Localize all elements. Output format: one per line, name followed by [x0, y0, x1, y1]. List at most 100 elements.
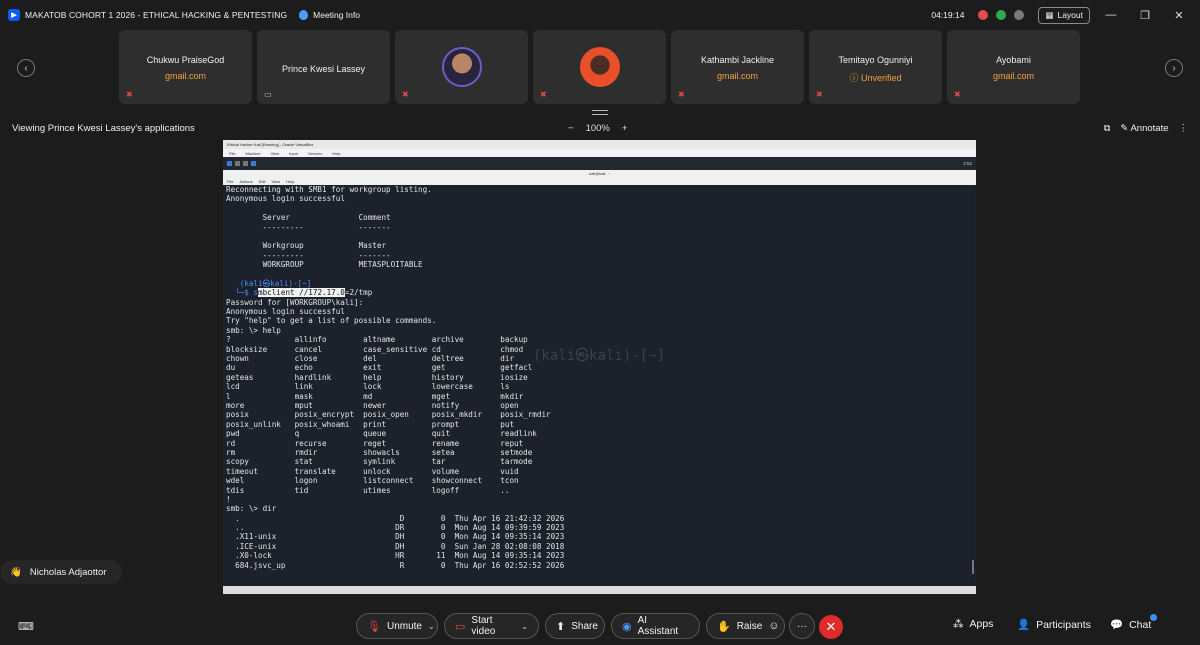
ai-assistant-icon: ◉ [622, 620, 632, 633]
terminal-output[interactable]: Reconnecting with SMB1 for workgroup lis… [223, 185, 971, 585]
share-label: Share [571, 620, 598, 632]
vbox-menu-item[interactable]: File [229, 151, 235, 156]
chevron-down-icon[interactable]: ⌄ [428, 622, 435, 631]
end-meeting-button[interactable]: ✕ [819, 615, 843, 639]
chat-label: Chat [1129, 618, 1152, 631]
participant-tile[interactable]: Ayobami gmail.com ✖ [947, 30, 1080, 104]
terminal-menu-item[interactable]: Actions [239, 179, 252, 184]
meeting-info-button[interactable]: Meeting Info [313, 10, 360, 20]
terminal-menu-item[interactable]: Edit [259, 179, 266, 184]
prompt-prefix: └─$ s [226, 288, 259, 298]
terminal-scrollbar[interactable] [972, 560, 974, 574]
layout-grid-icon: ▦ [1045, 9, 1054, 20]
vbox-menu-item[interactable]: View [271, 151, 280, 156]
vbox-menu-item[interactable]: Machine [245, 151, 260, 156]
terminal-line: --------- ------- [226, 222, 391, 232]
terminal-line: pwd q queue quit readlink [226, 429, 537, 439]
terminal-menu-item[interactable]: View [271, 179, 280, 184]
ai-assistant-button[interactable]: ◉ AI Assistant [611, 613, 700, 639]
participant-tile[interactable]: ✖ [395, 30, 528, 104]
annotate-label: Annotate [1130, 122, 1169, 134]
raise-hand-icon: ✋ [717, 620, 731, 633]
prev-page-icon[interactable]: ‹ [17, 59, 35, 77]
maximize-button[interactable]: ❐ [1132, 9, 1158, 22]
chat-button[interactable]: 💬 Chat [1110, 618, 1152, 632]
participant-name: Ayobami [996, 55, 1031, 65]
close-button[interactable]: ✕ [1166, 9, 1192, 22]
shield-icon[interactable] [299, 10, 309, 20]
participants-button[interactable]: 👤 Participants [1017, 618, 1091, 632]
participants-icon: 👤 [1017, 619, 1031, 631]
vbox-menu-item[interactable]: Devices [308, 151, 322, 156]
vbox-title-bar: Ethical Hacker Kali [Running] - Oracle V… [223, 140, 976, 149]
participants-label: Participants [1036, 618, 1091, 631]
shared-screen[interactable]: Ethical Hacker Kali [Running] - Oracle V… [223, 140, 976, 594]
strip-resize-handle[interactable] [592, 110, 608, 115]
apps-button[interactable]: ⁂ Apps [953, 618, 993, 630]
annotate-area: ⧉ ✎ Annotate ⋮ [1104, 123, 1188, 134]
workspace-icon[interactable] [243, 161, 248, 166]
participant-tile[interactable]: Temitayo Ogunniyi ⓘ Unverified ✖ [809, 30, 942, 104]
zoom-out-button[interactable]: − [568, 123, 574, 134]
terminal-line: timeout translate unlock volume vuid [226, 466, 519, 476]
terminal-app-icon[interactable] [251, 161, 256, 166]
participant-tile[interactable]: ✖ [533, 30, 666, 104]
raise-hand-button[interactable]: ✋ Raise ☺ [706, 613, 785, 639]
kali-menu-icon[interactable] [227, 161, 232, 166]
next-page-icon[interactable]: › [1165, 59, 1183, 77]
mic-muted-icon: ✖ [540, 90, 547, 99]
terminal-line: ! [226, 494, 231, 504]
more-options-icon[interactable]: ⋮ [1179, 123, 1189, 134]
zoom-control: − 100% + [568, 123, 627, 134]
participant-email: gmail.com [992, 71, 1034, 81]
vbox-menu-item[interactable]: Help [332, 151, 340, 156]
participant-name: Temitayo Ogunniyi [838, 55, 913, 65]
recording-icon[interactable] [978, 10, 989, 20]
minimize-button[interactable]: — [1098, 9, 1124, 21]
terminal-line: smb: \> dir [226, 504, 277, 514]
participant-tile[interactable]: Chukwu PraiseGod gmail.com ✖ [119, 30, 252, 104]
terminal-line: .X0-lock HR 11 Mon Aug 14 09:35:14 2023 [226, 551, 565, 561]
vbox-menu: File Machine View Input Devices Help [223, 149, 976, 157]
terminal-line: .. DR 0 Mon Aug 14 09:39:59 2023 [226, 523, 565, 533]
terminal-line: Try "help" to get a list of possible com… [226, 316, 437, 326]
more-icon: ··· [797, 620, 807, 632]
reaction-name: Nicholas Adjaottor [29, 566, 107, 578]
share-screen-icon: ⬆ [556, 620, 566, 633]
terminal-line: WORKGROUP METASPLOITABLE [226, 260, 423, 270]
share-button[interactable]: ⬆ Share [545, 613, 605, 639]
participant-name: Prince Kwesi Lassey [281, 64, 366, 74]
participant-tile[interactable]: Kathambi Jackline gmail.com ✖ [671, 30, 804, 104]
terminal-line: lcd link lock lowercase ls [226, 382, 510, 392]
terminal-line: .X11-unix DH 0 Mon Aug 14 09:35:14 2023 [226, 532, 565, 542]
workspace-icon[interactable] [235, 161, 240, 166]
mic-muted-icon: ✖ [816, 90, 823, 99]
terminal-menu-item[interactable]: File [227, 179, 233, 184]
more-button[interactable]: ··· [789, 613, 815, 639]
terminal-line: rd recurse reget rename reput [226, 438, 524, 448]
start-video-button[interactable]: ▭ Start video ⌄ [444, 613, 539, 639]
zoom-in-button[interactable]: + [622, 123, 628, 134]
terminal-line: Server Comment [226, 213, 391, 223]
raised-hand-notification: 👋 Nicholas Adjaottor [0, 560, 122, 584]
mic-muted-icon: ✖ [954, 90, 961, 99]
terminal-menu-item[interactable]: Help [286, 179, 294, 184]
selected-text: mbclient //172.17.0 [258, 288, 345, 298]
layout-button[interactable]: ▦ Layout [1038, 6, 1090, 24]
unmute-button[interactable]: 🎙 Unmute ⌄ [356, 613, 438, 639]
kali-panel: 2:52 [223, 157, 976, 170]
zoom-level[interactable]: 100% [586, 123, 610, 134]
vbox-menu-item[interactable]: Input [289, 151, 298, 156]
screen-share-icon: ▭ [264, 90, 272, 99]
view-options-icon[interactable]: ⧉ [1104, 123, 1111, 134]
emoji-reaction-icon[interactable]: ☺ [768, 620, 779, 632]
terminal-line: └─$ smbclient //172.17.0=2/tmp [226, 288, 971, 298]
user-avatar-icon[interactable] [1014, 10, 1025, 20]
participant-tile[interactable]: Prince Kwesi Lassey ▭ [257, 30, 390, 104]
security-icon[interactable] [996, 10, 1007, 20]
host-taskbar [223, 586, 976, 594]
chevron-down-icon[interactable]: ⌄ [521, 622, 528, 631]
annotate-button[interactable]: ✎ Annotate [1120, 123, 1168, 134]
